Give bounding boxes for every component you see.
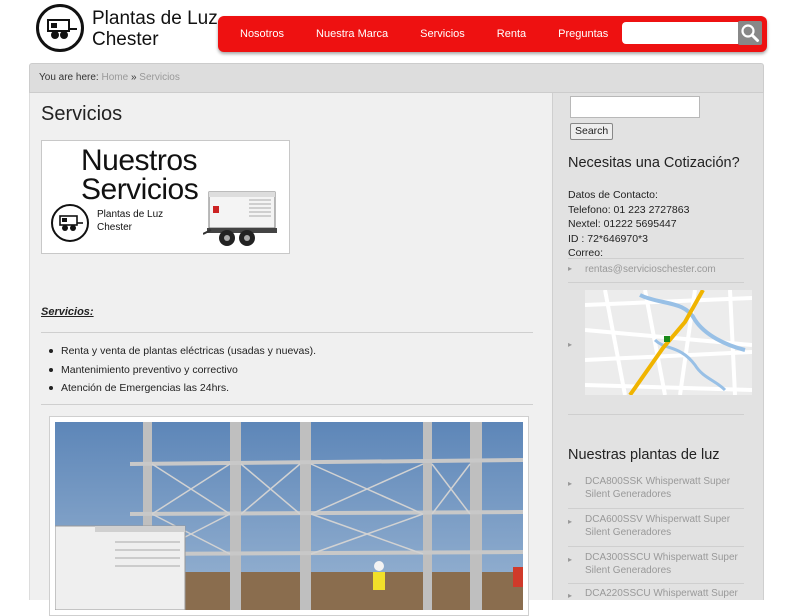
list-item: Renta y venta de plantas eléctricas (usa… [47,342,316,361]
contact-info: Datos de Contacto: Telefono: 01 223 2727… [568,188,689,261]
plant-link[interactable]: ▸ DCA800SSK Whisperwatt Super Silent Gen… [568,475,744,505]
generator-logo-icon [36,4,84,52]
contact-line: Nextel: 01222 5695447 [568,218,677,230]
services-banner-image: Nuestros Servicios Plantas de Luz Cheste… [41,140,290,254]
plant-link-text[interactable]: DCA220SSCU Whisperwatt Super [585,587,744,600]
divider [568,258,744,259]
arrow-icon: ▸ [568,517,573,526]
logo-text: Plantas de Luz Chester [92,8,218,50]
plant-link[interactable]: ▸ DCA600SSV Whisperwatt Super Silent Gen… [568,513,744,543]
divider [41,332,533,333]
map-link[interactable]: ▸ [568,290,752,395]
plant-link-text[interactable]: DCA800SSK Whisperwatt Super Silent Gener… [585,475,745,501]
header-search-input[interactable] [622,22,738,44]
arrow-icon: ▸ [568,479,573,488]
main-content: Servicios Nuestros Servicios Plantas de … [29,93,552,616]
nav-item-servicios[interactable]: Servicios [409,16,476,52]
divider [568,583,744,584]
plant-link-text[interactable]: DCA300SSCU Whisperwatt Super Silent Gene… [585,551,745,577]
sidebar-search-input[interactable] [570,96,700,118]
plant-link-text[interactable]: DCA600SSV Whisperwatt Super Silent Gener… [585,513,745,539]
breadcrumb-prefix: You are here: [39,72,99,83]
nav-item-preguntas[interactable]: Preguntas [547,16,619,52]
arrow-icon: ▸ [568,340,573,349]
nav-item-renta[interactable]: Renta [486,16,537,52]
plant-link[interactable]: ▸ DCA220SSCU Whisperwatt Super [568,587,744,600]
services-list: Renta y venta de plantas eléctricas (usa… [47,342,316,398]
breadcrumb: You are here: Home » Servicios [39,64,180,92]
breadcrumb-home-link[interactable]: Home [101,72,128,83]
sidebar: Search Necesitas una Cotización? Datos d… [552,93,764,600]
generator-logo-icon [51,204,89,242]
banner-brand: Plantas de Luz Chester [97,209,164,233]
arrow-icon: ▸ [568,264,573,273]
generator-illustration [203,191,277,246]
contact-line: ID : 72*646970*3 [568,232,648,245]
site-logo[interactable]: Plantas de Luz Chester [36,4,226,56]
quote-heading: Necesitas una Cotización? [568,155,740,171]
location-map[interactable] [585,290,752,395]
divider [568,414,744,415]
email-link[interactable]: ▸ rentas@servicioschester.com [568,264,748,278]
list-item: Atención de Emergencias las 24hrs. [47,379,316,398]
nav-item-nuestra-marca[interactable]: Nuestra Marca [305,16,399,52]
sidebar-search-button[interactable]: Search [570,123,614,140]
main-navigation: Nosotros Nuestra Marca Servicios Renta P… [218,16,767,52]
list-item: Mantenimiento preventivo y correctivo [47,361,316,380]
contact-line: Telefono: 01 223 2727863 [568,203,690,216]
search-icon [741,24,759,42]
divider [568,508,744,509]
construction-photo [49,416,529,616]
services-label: Servicios: [41,306,94,318]
contact-line: Datos de Contacto: [568,189,658,201]
arrow-icon: ▸ [568,555,573,564]
arrow-icon: ▸ [568,591,573,600]
header-search-button[interactable] [738,21,762,45]
plant-link[interactable]: ▸ DCA300SSCU Whisperwatt Super Silent Ge… [568,551,744,581]
divider [568,282,744,283]
divider [568,546,744,547]
email-text[interactable]: rentas@servicioschester.com [585,264,716,275]
plants-heading: Nuestras plantas de luz [568,447,720,463]
breadcrumb-current: Servicios [139,72,180,83]
page-title: Servicios [41,103,123,125]
breadcrumb-bar: You are here: Home » Servicios [29,63,764,93]
banner-headline: Nuestros Servicios [81,144,199,206]
divider [41,404,533,405]
nav-item-nosotros[interactable]: Nosotros [229,16,295,52]
breadcrumb-separator: » [130,72,137,83]
